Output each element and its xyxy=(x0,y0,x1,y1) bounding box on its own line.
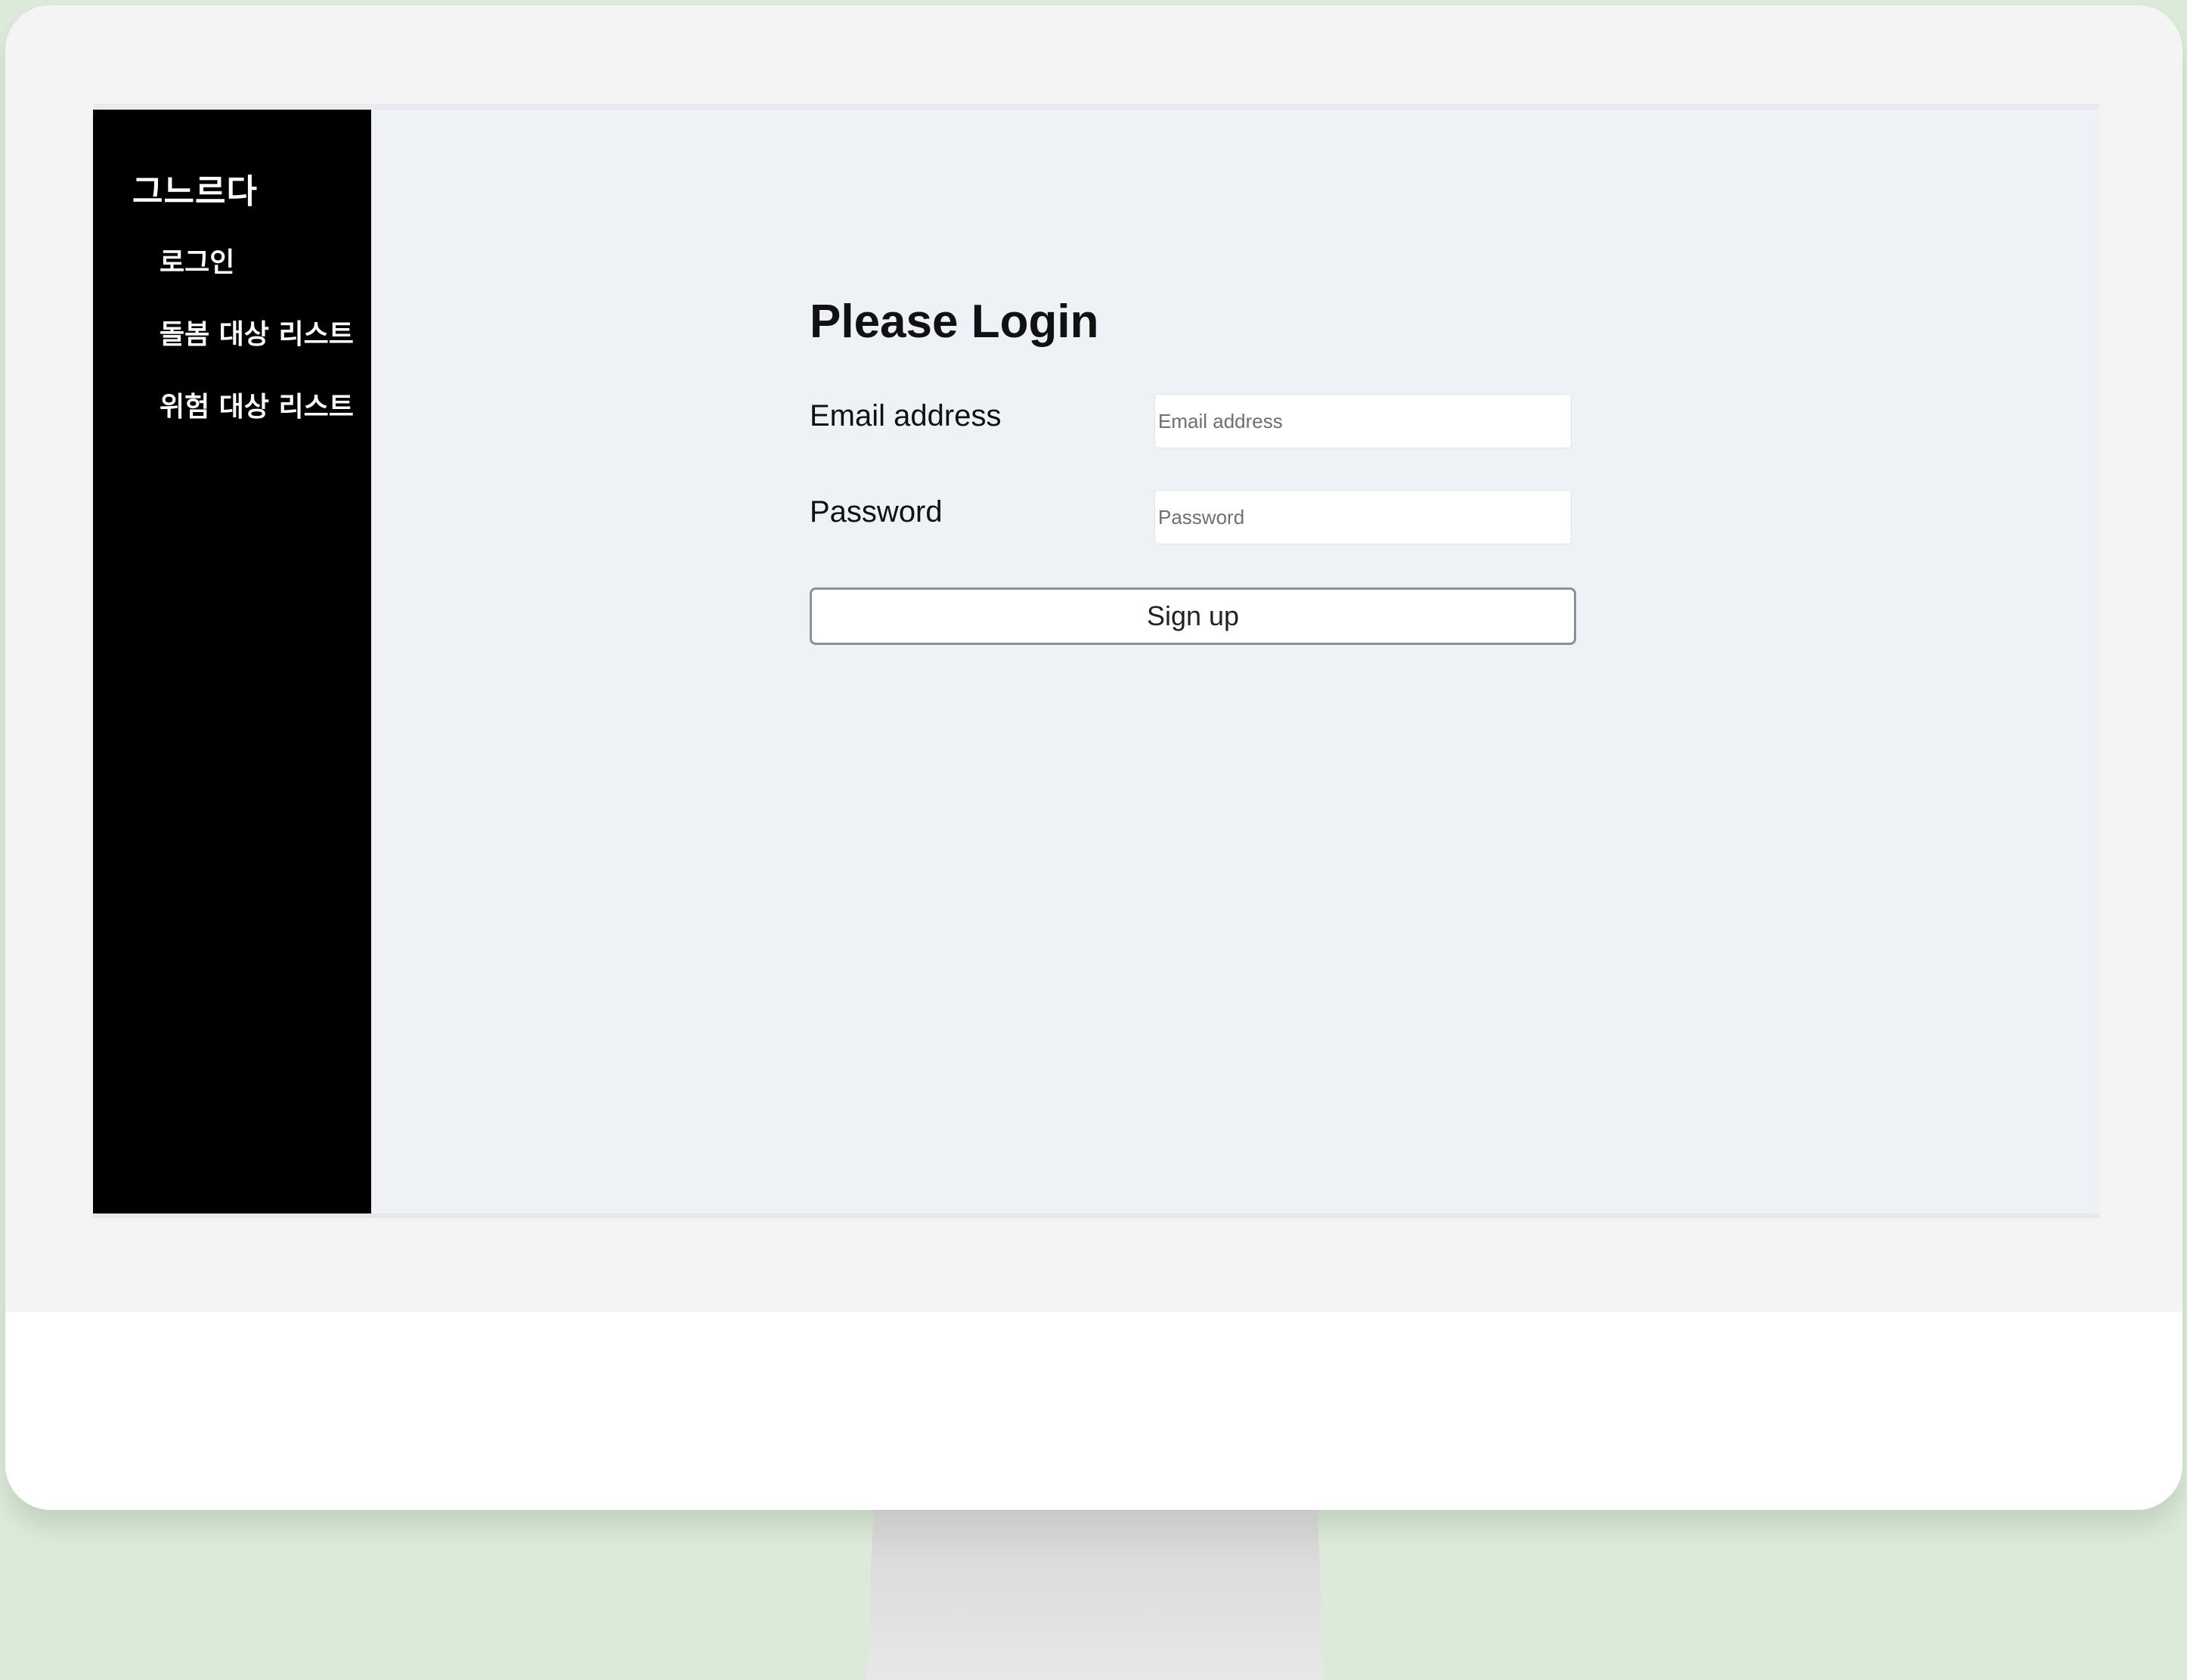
sidebar-item-risk-list[interactable]: 위험 대상 리스트 xyxy=(160,385,354,424)
email-field[interactable] xyxy=(1154,394,1572,448)
sidebar-item-login[interactable]: 로그인 xyxy=(160,240,234,280)
sidebar-item-care-list[interactable]: 돌봄 대상 리스트 xyxy=(160,312,354,352)
monitor-frame: 그느르다 로그인 돌봄 대상 리스트 위험 대상 리스트 Please Logi… xyxy=(5,5,2182,1510)
sidebar: 그느르다 로그인 돌봄 대상 리스트 위험 대상 리스트 xyxy=(93,110,371,1214)
app-screen: 그느르다 로그인 돌봄 대상 리스트 위험 대상 리스트 Please Logi… xyxy=(93,104,2099,1218)
password-field[interactable] xyxy=(1154,490,1572,544)
page-title: Please Login xyxy=(810,296,1099,348)
password-label: Password xyxy=(810,495,943,528)
monitor-chin xyxy=(5,1312,2182,1510)
sign-up-button[interactable]: Sign up xyxy=(810,587,1576,645)
brand-logo[interactable]: 그느르다 xyxy=(132,164,258,212)
email-label: Email address xyxy=(810,399,1002,432)
monitor-stand xyxy=(866,1510,1324,1680)
